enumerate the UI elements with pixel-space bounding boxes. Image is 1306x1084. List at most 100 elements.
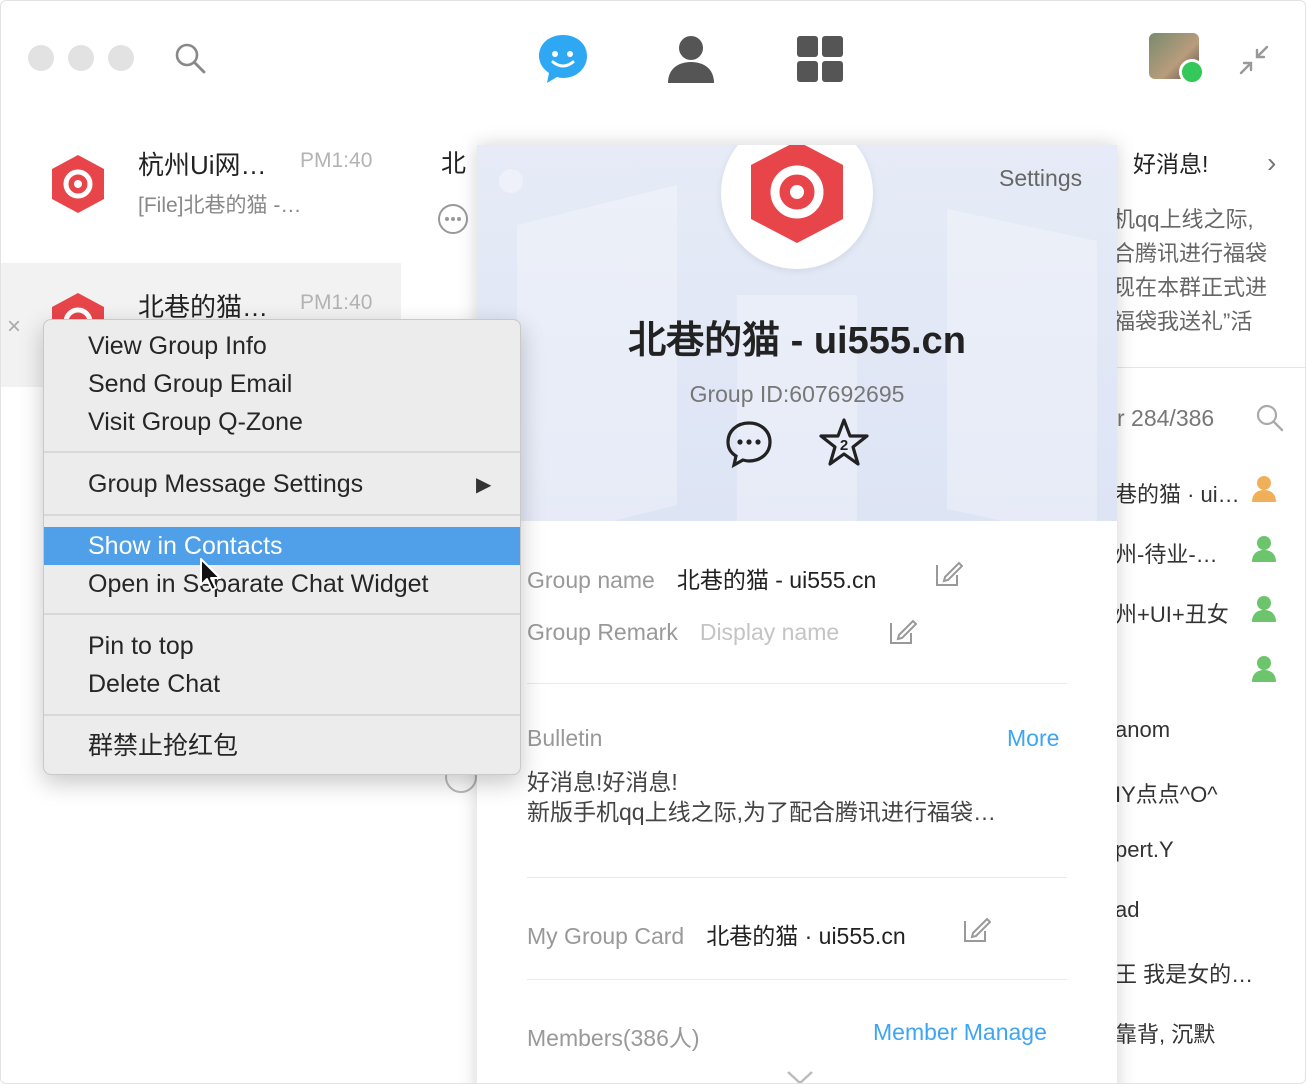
bulletin-body[interactable]: 好消息!好消息! 新版手机qq上线之际,为了配合腾讯进行福袋… bbox=[527, 767, 1075, 827]
menu-separator bbox=[44, 514, 520, 516]
level-star-icon[interactable]: 2 bbox=[818, 417, 870, 469]
mouse-cursor-icon bbox=[200, 558, 221, 591]
menu-item-show-in-contacts[interactable]: Show in Contacts bbox=[44, 527, 520, 565]
zoom-window-button[interactable] bbox=[108, 45, 134, 71]
shrink-window-icon[interactable] bbox=[1237, 43, 1271, 77]
member-name: 靠背, 沉默 bbox=[1115, 1022, 1216, 1047]
menu-item-view-group-info[interactable]: View Group Info bbox=[44, 327, 520, 365]
admin-person-icon bbox=[1252, 656, 1276, 682]
side-bulletin: 机qq上线之际, 合腾讯进行福袋 现在本群正式进 福袋我送礼”活 bbox=[1113, 203, 1303, 339]
settings-link[interactable]: Settings bbox=[999, 165, 1082, 192]
group-title: 北巷的猫 - ui555.cn bbox=[628, 320, 966, 362]
header-decoration bbox=[947, 209, 1097, 521]
admin-person-icon bbox=[1252, 536, 1276, 562]
chat-title: 杭州Ui网… bbox=[138, 150, 267, 180]
member-list-item[interactable]: 王 我是女的… bbox=[1115, 951, 1295, 991]
close-chat-icon[interactable]: × bbox=[7, 313, 21, 341]
menu-item-pin-to-top[interactable]: Pin to top bbox=[44, 627, 520, 665]
member-name: 州-待业-… bbox=[1115, 542, 1218, 567]
group-avatar[interactable] bbox=[721, 145, 873, 269]
side-bulletin-line: 机qq上线之际, bbox=[1113, 207, 1254, 232]
qq-main-window: 杭州Ui网… PM1:40 [File]北巷的猫 -… × 北巷的猫… PM1:… bbox=[0, 0, 1306, 1084]
members-label: Members(386人) bbox=[527, 1025, 700, 1051]
svg-text:2: 2 bbox=[840, 437, 848, 454]
group-name-field: Group name 北巷的猫 - ui555.cn bbox=[527, 561, 876, 595]
divider bbox=[1113, 367, 1305, 368]
menu-item-open-separate-chat-widget[interactable]: Open in Separate Chat Widget bbox=[44, 565, 520, 603]
divider bbox=[527, 683, 1067, 684]
member-name: 州+UI+丑女 bbox=[1115, 602, 1229, 627]
chat-time: PM1:40 bbox=[300, 291, 373, 314]
member-list-item[interactable]: 州-待业-… bbox=[1115, 531, 1295, 571]
online-status-badge bbox=[1179, 59, 1205, 85]
member-count: r 284/386 bbox=[1117, 405, 1215, 431]
member-list-item[interactable]: 巷的猫 · ui… bbox=[1115, 471, 1295, 511]
card-close-button[interactable] bbox=[499, 169, 523, 193]
edit-icon[interactable] bbox=[933, 559, 963, 589]
title-bar bbox=[1, 1, 1305, 113]
grid-icon[interactable] bbox=[792, 31, 848, 87]
admin-person-icon bbox=[1252, 596, 1276, 622]
chat-bubble-icon[interactable] bbox=[535, 31, 591, 87]
menu-separator bbox=[44, 451, 520, 453]
member-list-item[interactable]: ad bbox=[1115, 891, 1295, 931]
side-bulletin-line: 现在本群正式进 bbox=[1113, 275, 1268, 300]
bulletin-more-link[interactable]: More bbox=[1007, 725, 1059, 752]
member-manage-link[interactable]: Member Manage bbox=[873, 1019, 1047, 1046]
message-icon[interactable] bbox=[724, 419, 774, 469]
group-remark-input[interactable]: Display name bbox=[700, 619, 839, 645]
bulletin-line: 新版手机qq上线之际,为了配合腾讯进行福袋… bbox=[527, 799, 996, 825]
member-list-item[interactable]: pert.Y bbox=[1115, 831, 1295, 871]
group-name-value: 北巷的猫 - ui555.cn bbox=[676, 567, 877, 593]
menu-item-delete-chat[interactable]: Delete Chat bbox=[44, 665, 520, 703]
group-remark-label: Group Remark bbox=[527, 619, 678, 645]
member-list-item[interactable]: 靠背, 沉默 bbox=[1115, 1011, 1295, 1051]
edit-icon[interactable] bbox=[961, 915, 991, 945]
chat-list-item[interactable]: 杭州Ui网… PM1:40 [File]北巷的猫 -… bbox=[1, 129, 401, 253]
member-name: ad bbox=[1115, 897, 1140, 922]
close-window-button[interactable] bbox=[28, 45, 54, 71]
chat-header-title: 北 bbox=[441, 150, 467, 178]
member-name: 王 我是女的… bbox=[1115, 962, 1254, 987]
menu-separator bbox=[44, 613, 520, 615]
side-bulletin-line: 合腾讯进行福袋 bbox=[1113, 241, 1268, 266]
group-logo-icon bbox=[751, 145, 843, 243]
side-bulletin-line: 福袋我送礼”活 bbox=[1113, 309, 1253, 334]
divider bbox=[527, 877, 1067, 878]
group-remark-field: Group Remark Display name bbox=[527, 619, 839, 646]
menu-item-block-red-packets[interactable]: 群禁止抢红包 bbox=[44, 727, 520, 765]
menu-item-send-group-email[interactable]: Send Group Email bbox=[44, 365, 520, 403]
divider bbox=[527, 979, 1067, 980]
context-menu: View Group Info Send Group Email Visit G… bbox=[43, 319, 521, 775]
group-name-label: Group name bbox=[527, 567, 655, 593]
bulletin-label: Bulletin bbox=[527, 725, 603, 751]
member-list-item[interactable]: anom bbox=[1115, 711, 1295, 751]
member-list-item[interactable] bbox=[1115, 651, 1295, 691]
minimize-window-button[interactable] bbox=[68, 45, 94, 71]
member-name: anom bbox=[1115, 717, 1171, 742]
member-name: 巷的猫 · ui… bbox=[1115, 482, 1240, 507]
member-list-item[interactable]: 州+UI+丑女 bbox=[1115, 591, 1295, 631]
bulletin-line: 好消息!好消息! bbox=[527, 769, 678, 795]
member-list-item[interactable]: IY点点^O^ bbox=[1115, 771, 1295, 811]
group-side-panel: 好消息! › 机qq上线之际, 合腾讯进行福袋 现在本群正式进 福袋我送礼”活 … bbox=[1101, 111, 1305, 1083]
chat-time: PM1:40 bbox=[300, 149, 373, 172]
member-name: IY点点^O^ bbox=[1115, 782, 1218, 807]
chat-preview: [File]北巷的猫 -… bbox=[138, 194, 302, 217]
my-group-card-value: 北巷的猫 · ui555.cn bbox=[706, 923, 906, 949]
my-group-card-field: My Group Card 北巷的猫 · ui555.cn bbox=[527, 917, 906, 951]
edit-icon[interactable] bbox=[887, 617, 917, 647]
owner-person-icon bbox=[1252, 476, 1276, 502]
menu-item-group-message-settings[interactable]: Group Message Settings bbox=[44, 465, 520, 503]
my-group-card-label: My Group Card bbox=[527, 923, 685, 949]
submenu-arrow-icon: ▶ bbox=[476, 474, 492, 496]
person-icon[interactable] bbox=[663, 31, 719, 87]
chevron-down-icon[interactable] bbox=[785, 1069, 815, 1084]
chevron-right-icon[interactable]: › bbox=[1267, 147, 1276, 179]
side-panel-title: 好消息! bbox=[1133, 151, 1209, 177]
search-icon[interactable] bbox=[173, 41, 207, 75]
menu-item-visit-group-qzone[interactable]: Visit Group Q-Zone bbox=[44, 403, 520, 441]
group-id: Group ID:607692695 bbox=[689, 381, 905, 407]
search-icon[interactable] bbox=[1255, 403, 1285, 433]
more-options-icon[interactable] bbox=[437, 203, 469, 235]
